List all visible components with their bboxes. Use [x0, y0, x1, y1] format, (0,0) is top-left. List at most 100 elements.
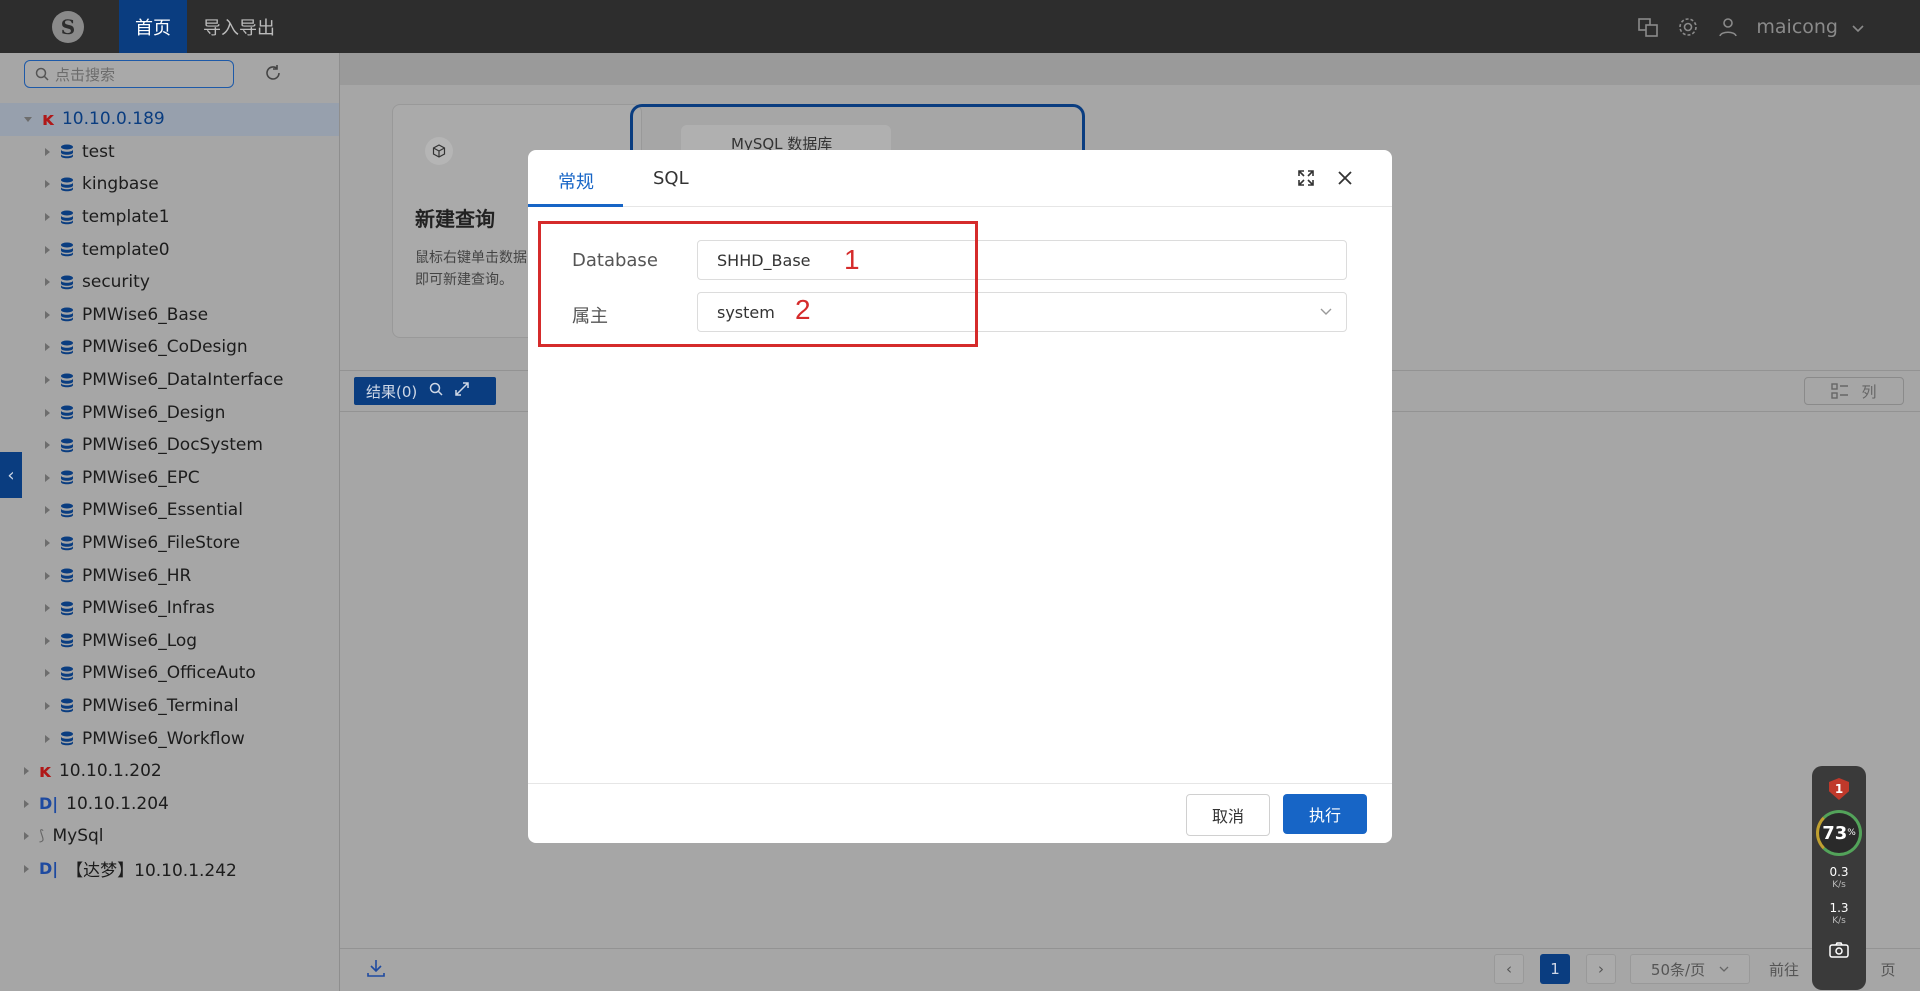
tree-node-label: PMWise6_OfficeAuto: [82, 663, 256, 684]
columns-button[interactable]: 列: [1804, 377, 1904, 405]
tree-node-database[interactable]: security: [0, 266, 339, 299]
expand-arrow-icon[interactable]: [45, 636, 50, 645]
expand-arrow-icon[interactable]: [45, 506, 50, 515]
tree-node-connection[interactable]: D| 【达梦】10.10.1.242: [0, 853, 339, 886]
tree-node-database[interactable]: PMWise6_FileStore: [0, 527, 339, 560]
tree-node-database[interactable]: template0: [0, 233, 339, 266]
user-icon[interactable]: [1708, 16, 1748, 38]
expand-arrow-icon[interactable]: [45, 701, 50, 710]
expand-arrow-icon[interactable]: [45, 604, 50, 613]
tree-node-database[interactable]: PMWise6_DataInterface: [0, 364, 339, 397]
expand-arrow-icon[interactable]: [24, 799, 29, 808]
expand-arrow-icon[interactable]: [24, 116, 32, 122]
card-desc-line: 鼠标右键单击数据: [415, 250, 527, 266]
expand-arrow-icon[interactable]: [24, 864, 29, 873]
tree-node-database[interactable]: kingbase: [0, 168, 339, 201]
create-database-dialog: 常规 SQL Database SHHD_Base 属主 system 1 2 …: [528, 150, 1392, 843]
tree-node-database[interactable]: PMWise6_HR: [0, 559, 339, 592]
tree-node-database[interactable]: PMWise6_EPC: [0, 462, 339, 495]
tree-node-label: template1: [82, 207, 170, 228]
expand-arrow-icon[interactable]: [45, 213, 50, 222]
tree-node-database[interactable]: PMWise6_Terminal: [0, 690, 339, 723]
cpu-gauge: 73%: [1816, 810, 1862, 856]
expand-arrow-icon[interactable]: [45, 473, 50, 482]
main-tab-strip: [340, 53, 1920, 85]
database-icon: [61, 144, 73, 159]
expand-arrow-icon[interactable]: [45, 441, 50, 450]
tree-node-database[interactable]: PMWise6_Workflow: [0, 722, 339, 755]
tree-node-database[interactable]: PMWise6_DocSystem: [0, 429, 339, 462]
download-icon[interactable]: [366, 958, 386, 982]
tree-node-label: PMWise6_HR: [82, 565, 192, 586]
expand-arrow-icon[interactable]: [45, 408, 50, 417]
search-icon[interactable]: [429, 382, 443, 400]
connection-tree: ĸ 10.10.0.189 test kingbase template1 te…: [0, 103, 339, 885]
result-tab-button[interactable]: 结果(0): [354, 377, 496, 405]
prev-page-button[interactable]: ‹: [1494, 954, 1524, 984]
system-monitor-widget[interactable]: 1 73% 0.3 K/s 1.3 K/s: [1812, 766, 1866, 990]
tree-node-database[interactable]: template1: [0, 201, 339, 234]
tree-node-database[interactable]: PMWise6_OfficeAuto: [0, 657, 339, 690]
tree-node-database[interactable]: PMWise6_Essential: [0, 494, 339, 527]
expand-arrow-icon[interactable]: [45, 310, 50, 319]
cancel-button[interactable]: 取消: [1186, 794, 1270, 836]
chevron-down-icon[interactable]: [1852, 16, 1864, 38]
nav-tab-home[interactable]: 首页: [119, 0, 187, 53]
sidebar-collapse-button[interactable]: ‹: [0, 452, 22, 498]
tree-node-database[interactable]: PMWise6_Base: [0, 299, 339, 332]
download-unit: K/s: [1832, 916, 1846, 926]
tree-node-connection[interactable]: ĸ 10.10.1.202: [0, 755, 339, 788]
camera-icon[interactable]: [1829, 942, 1849, 962]
dameng-icon: D|: [39, 859, 59, 879]
current-page-button[interactable]: 1: [1540, 954, 1570, 984]
expand-arrow-icon[interactable]: [45, 278, 50, 287]
database-icon: [61, 242, 73, 257]
execute-button[interactable]: 执行: [1283, 794, 1367, 834]
username-label[interactable]: maicong: [1756, 16, 1838, 38]
nav-tab-import-export[interactable]: 导入导出: [187, 0, 291, 53]
list-icon: [1831, 383, 1849, 399]
expand-arrow-icon[interactable]: [45, 343, 50, 352]
tree-node-database[interactable]: PMWise6_CoDesign: [0, 331, 339, 364]
refresh-icon[interactable]: [264, 64, 282, 86]
database-icon: [61, 633, 73, 648]
settings-gear-icon[interactable]: [1668, 16, 1708, 38]
close-icon[interactable]: [1337, 170, 1353, 190]
expand-arrow-icon[interactable]: [45, 571, 50, 580]
tree-node-connection[interactable]: ⟆ MySql: [0, 820, 339, 853]
tree-node-database[interactable]: PMWise6_Design: [0, 396, 339, 429]
upload-rate: 0.3 K/s: [1829, 866, 1848, 892]
tree-node-connection[interactable]: D| 10.10.1.204: [0, 787, 339, 820]
expand-arrow-icon[interactable]: [45, 539, 50, 548]
top-nav-bar: S 首页 导入导出 maicong: [0, 0, 1920, 53]
tree-node-database[interactable]: test: [0, 136, 339, 169]
app-logo: S: [52, 10, 84, 43]
tree-node-database[interactable]: PMWise6_Log: [0, 625, 339, 658]
expand-arrow-icon[interactable]: [24, 832, 29, 841]
search-icon: [35, 67, 49, 81]
translate-icon[interactable]: [1628, 16, 1668, 38]
dameng-icon: D|: [39, 794, 59, 814]
sidebar-search-input[interactable]: 点击搜索: [24, 60, 234, 88]
expand-arrow-icon[interactable]: [45, 180, 50, 189]
next-page-button[interactable]: ›: [1586, 954, 1616, 984]
tree-node-label: PMWise6_Terminal: [82, 695, 239, 716]
shield-alert-icon[interactable]: 1: [1829, 778, 1849, 800]
tree-node-connection[interactable]: ĸ 10.10.0.189: [0, 103, 339, 136]
kingbase-icon: ĸ: [42, 108, 54, 130]
tab-sql[interactable]: SQL: [653, 168, 689, 189]
expand-arrow-icon[interactable]: [45, 147, 50, 156]
page-size-select[interactable]: 50条/页: [1630, 954, 1750, 984]
expand-arrow-icon[interactable]: [45, 376, 50, 385]
expand-arrow-icon[interactable]: [45, 245, 50, 254]
expand-arrow-icon[interactable]: [45, 669, 50, 678]
tree-node-database[interactable]: PMWise6_Infras: [0, 592, 339, 625]
expand-icon[interactable]: [455, 382, 469, 400]
tab-general[interactable]: 常规: [558, 168, 594, 194]
expand-arrow-icon[interactable]: [24, 767, 29, 776]
expand-arrow-icon[interactable]: [45, 734, 50, 743]
tree-node-label: kingbase: [82, 174, 159, 195]
maximize-icon[interactable]: [1298, 170, 1314, 190]
tree-node-label: PMWise6_Log: [82, 630, 198, 651]
database-icon: [61, 438, 73, 452]
